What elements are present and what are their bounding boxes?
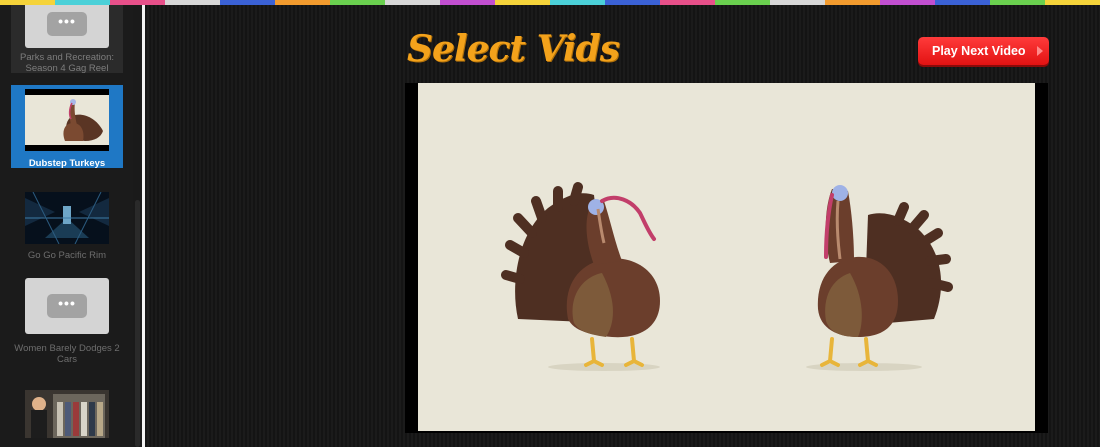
video-player[interactable]	[405, 83, 1048, 433]
placeholder-thumbnail: •••	[25, 278, 109, 334]
top-strip-segment	[55, 0, 110, 5]
video-frame[interactable]	[418, 83, 1035, 431]
top-strip-segment	[770, 0, 825, 5]
placeholder-dots-icon: •••	[47, 294, 87, 318]
top-strip-segment	[605, 0, 660, 5]
top-strip-segment	[1045, 0, 1100, 5]
top-strip-segment	[440, 0, 495, 5]
top-strip-segment	[275, 0, 330, 5]
video-title: Dubstep Turkeys	[28, 158, 106, 169]
turkeys-scene	[501, 182, 953, 371]
main-content: Select Vids Play Next Video	[145, 0, 1100, 447]
top-strip-segment	[165, 0, 220, 5]
top-strip-segment	[495, 0, 550, 5]
video-list-item-go-go-pacific-rim[interactable]: Go Go Pacific Rim	[11, 192, 123, 261]
video-title: Go Go Pacific Rim	[27, 250, 107, 261]
video-list-sidebar: ••• Parks and Recreation: Season 4 Gag R…	[0, 0, 133, 447]
play-next-video-label: Play Next Video	[932, 44, 1026, 58]
turkey-thumbnail	[25, 89, 109, 151]
video-list-item-women-barely-dodges-2-cars[interactable]: ••• Women Barely Dodges 2 Cars	[11, 278, 123, 365]
top-strip-segment	[715, 0, 770, 5]
video-list-item-closet[interactable]	[11, 390, 123, 438]
top-strip-segment	[110, 0, 165, 5]
top-strip-segment	[550, 0, 605, 5]
video-list-item-parks-and-recreation[interactable]: ••• Parks and Recreation: Season 4 Gag R…	[11, 0, 123, 74]
brand-logo: Select Vids	[407, 28, 620, 70]
top-strip-segment	[0, 0, 55, 5]
sidebar-scrollbar-thumb[interactable]	[135, 200, 140, 447]
top-strip-segment	[825, 0, 880, 5]
top-strip-segment	[385, 0, 440, 5]
top-strip-segment	[880, 0, 935, 5]
closet-thumbnail	[25, 390, 109, 438]
placeholder-thumbnail: •••	[25, 0, 109, 48]
top-strip-segment	[330, 0, 385, 5]
placeholder-dots-icon: •••	[47, 12, 87, 36]
top-strip-segment	[935, 0, 990, 5]
top-strip-segment	[220, 0, 275, 5]
top-strip-segment	[990, 0, 1045, 5]
play-arrow-icon	[1037, 46, 1043, 56]
video-list-item-dubstep-turkeys[interactable]: Dubstep Turkeys	[11, 85, 123, 169]
top-strip-segment	[660, 0, 715, 5]
video-title: Women Barely Dodges 2 Cars	[14, 343, 120, 365]
top-color-strip	[0, 0, 1100, 5]
pacific-rim-thumbnail	[25, 192, 109, 244]
play-next-video-button[interactable]: Play Next Video	[918, 37, 1049, 65]
video-title: Parks and Recreation: Season 4 Gag Reel	[20, 52, 114, 74]
